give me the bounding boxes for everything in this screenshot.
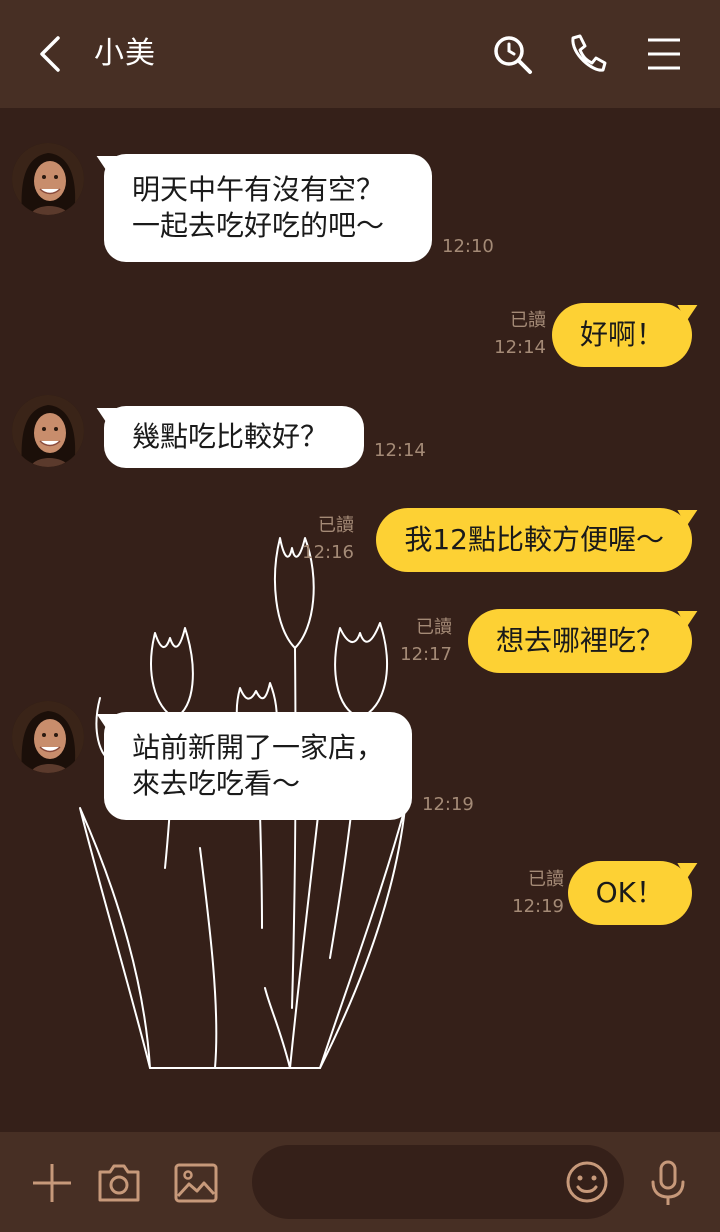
message-text: 想去哪裡吃？ bbox=[495, 624, 664, 657]
chat-header: 小美 bbox=[0, 0, 720, 108]
add-attachment-button[interactable] bbox=[27, 1158, 77, 1208]
message-bubble-incoming[interactable]: 站前新開了一家店， 來去吃吃看～ bbox=[104, 712, 412, 820]
input-bar bbox=[0, 1132, 720, 1232]
message-time: 12:10 bbox=[442, 236, 494, 257]
message-input-container bbox=[252, 1145, 624, 1219]
phone-icon bbox=[571, 34, 607, 72]
message-time: 12:19 bbox=[422, 794, 474, 815]
message-time: 12:14 bbox=[494, 337, 546, 358]
message-time: 12:16 bbox=[302, 542, 354, 563]
message-bubble-outgoing[interactable]: OK！ bbox=[567, 861, 692, 925]
message-bubble-incoming[interactable]: 明天中午有沒有空？ 一起去吃好吃的吧～ bbox=[104, 154, 432, 262]
microphone-icon bbox=[651, 1160, 685, 1205]
menu-button[interactable] bbox=[640, 30, 688, 78]
message-text: 站前新開了一家店， bbox=[132, 731, 385, 764]
message-text: 我12點比較方便喔～ bbox=[404, 523, 664, 556]
message-bubble-incoming[interactable]: 幾點吃比較好？ bbox=[104, 406, 364, 468]
avatar-photo bbox=[12, 143, 84, 215]
contact-avatar[interactable] bbox=[12, 395, 84, 467]
message-input[interactable] bbox=[276, 1159, 556, 1205]
avatar-photo bbox=[12, 701, 84, 773]
read-receipt: 已讀 bbox=[510, 310, 546, 331]
message-bubble-outgoing[interactable]: 想去哪裡吃？ bbox=[467, 609, 692, 673]
plus-icon bbox=[33, 1164, 71, 1202]
message-text: 來去吃吃看～ bbox=[132, 767, 301, 800]
chat-area[interactable]: 明天中午有沒有空？ 一起去吃好吃的吧～ 12:10 已讀 12:14 好啊！ 幾… bbox=[0, 108, 720, 1132]
camera-button[interactable] bbox=[94, 1158, 144, 1208]
message-time: 12:14 bbox=[374, 440, 426, 461]
search-icon bbox=[494, 36, 532, 74]
voice-button[interactable] bbox=[643, 1158, 693, 1208]
read-receipt: 已讀 bbox=[528, 869, 564, 890]
message-text: 幾點吃比較好？ bbox=[132, 420, 329, 453]
message-text: 一起去吃好吃的吧～ bbox=[132, 209, 385, 242]
search-button[interactable] bbox=[488, 30, 536, 78]
message-time: 12:19 bbox=[512, 896, 564, 917]
image-icon bbox=[174, 1163, 218, 1203]
menu-icon bbox=[648, 38, 680, 70]
emoji-icon[interactable] bbox=[562, 1157, 612, 1207]
back-button[interactable] bbox=[28, 30, 76, 78]
contact-name[interactable]: 小美 bbox=[94, 36, 156, 72]
message-bubble-outgoing[interactable]: 好啊！ bbox=[551, 303, 692, 367]
message-text: 好啊！ bbox=[579, 318, 664, 351]
contact-avatar[interactable] bbox=[12, 143, 84, 215]
message-time: 12:17 bbox=[400, 644, 452, 665]
message-bubble-outgoing[interactable]: 我12點比較方便喔～ bbox=[376, 508, 692, 572]
call-button[interactable] bbox=[563, 30, 611, 78]
back-icon bbox=[40, 36, 60, 72]
message-text: OK！ bbox=[595, 876, 664, 909]
avatar-photo bbox=[12, 395, 84, 467]
contact-avatar[interactable] bbox=[12, 701, 84, 773]
read-receipt: 已讀 bbox=[318, 515, 354, 536]
read-receipt: 已讀 bbox=[416, 617, 452, 638]
gallery-button[interactable] bbox=[171, 1158, 221, 1208]
message-text: 明天中午有沒有空？ bbox=[132, 173, 385, 206]
camera-icon bbox=[98, 1164, 140, 1202]
